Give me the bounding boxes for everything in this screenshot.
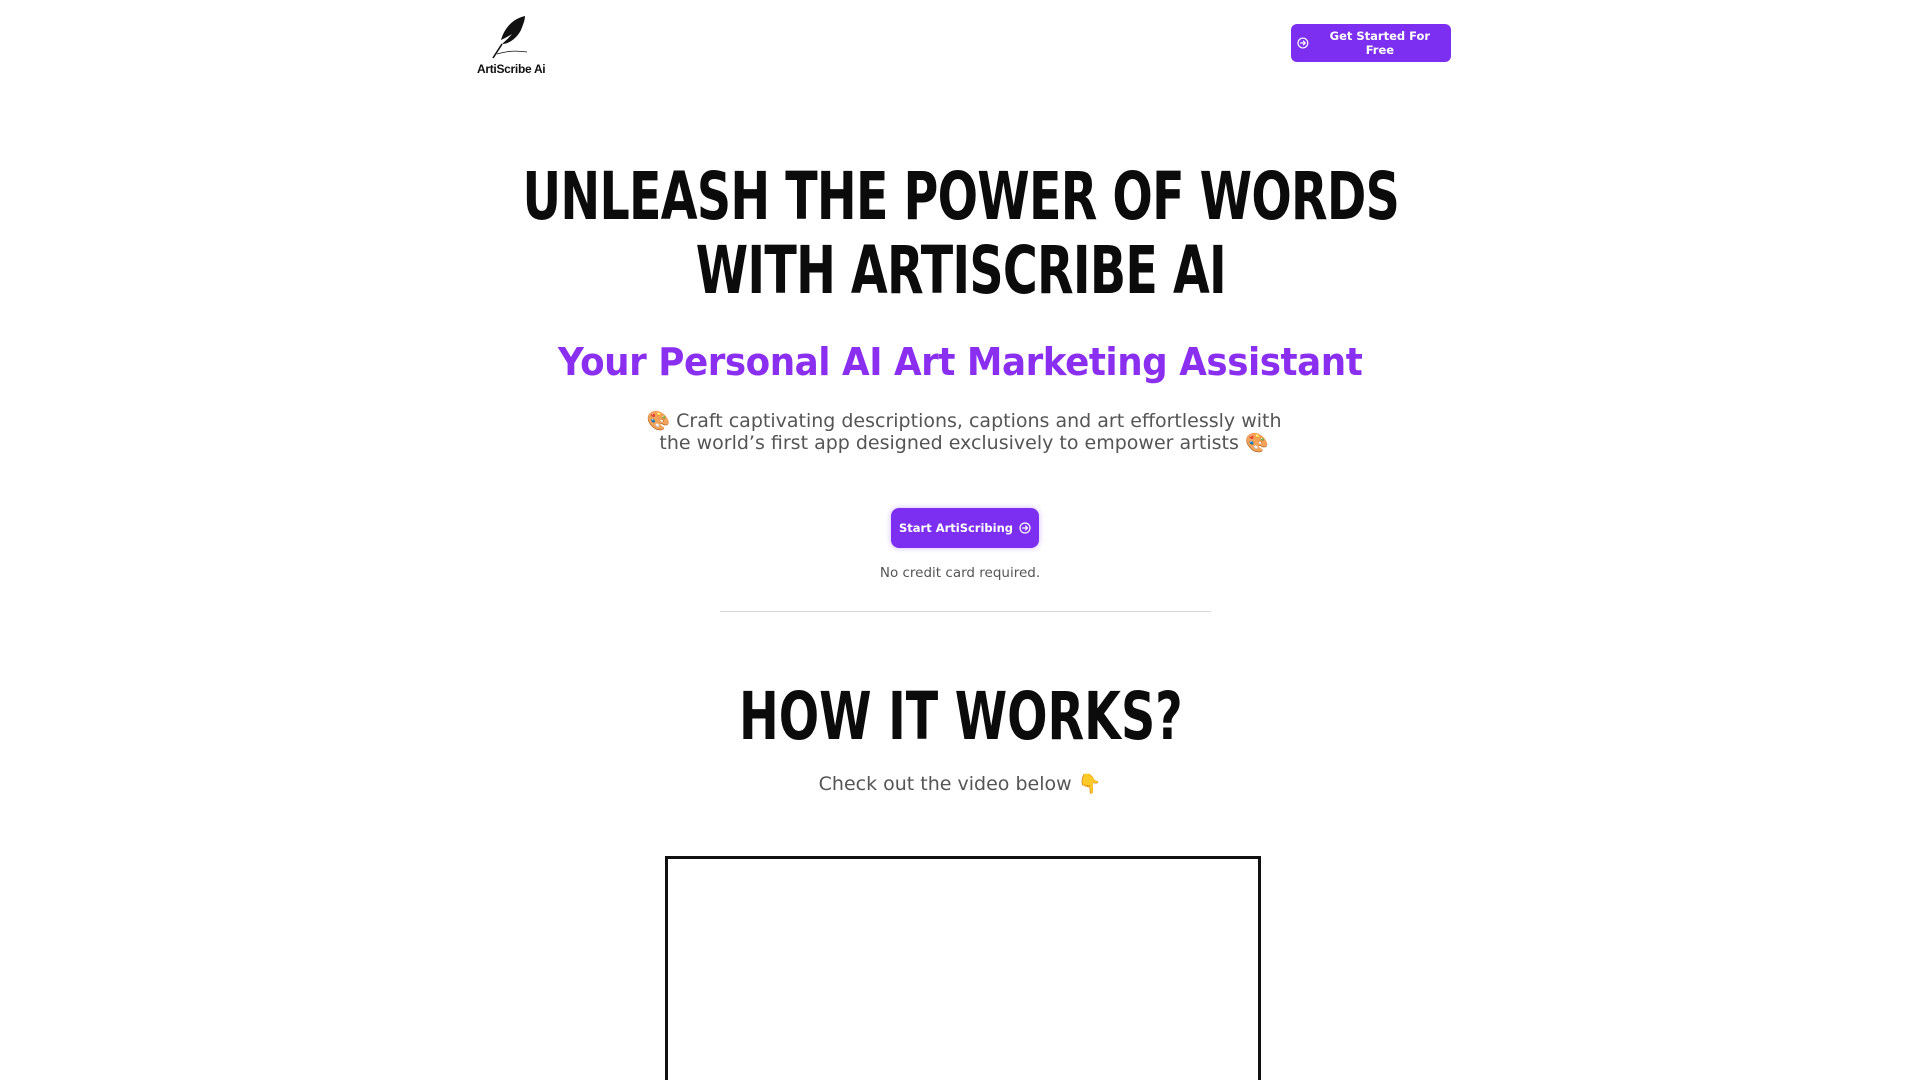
how-it-works-title: HOW IT WORKS? [738,678,1183,755]
arrow-circle-icon [1019,522,1031,534]
logo-text: ArtiScribe Ai [477,62,546,76]
hero-description-line-2: the world’s first app designed exclusive… [659,432,1269,454]
how-it-works-subtitle: Check out the video below 👇 [818,773,1102,795]
section-divider [720,611,1211,612]
hero-description: 🎨 Craft captivating descriptions, captio… [560,410,1368,454]
hero-description-line-1: 🎨 Craft captivating descriptions, captio… [646,410,1282,432]
no-credit-card-note: No credit card required. [879,565,1041,581]
get-started-label: Get Started For Free [1329,29,1431,57]
start-artiscribing-label: Start ArtiScribing [898,521,1014,535]
start-artiscribing-wrap: Start ArtiScribing [891,508,1039,548]
start-artiscribing-button[interactable]: Start ArtiScribing [891,508,1039,548]
hero-subtitle: Your Personal AI Art Marketing Assistant [557,340,1363,384]
hero-title-line-1: UNLEASH THE POWER OF WORDS [522,158,1400,235]
hero-title: UNLEASH THE POWER OF WORDS WITH ARTISCRI… [270,160,1652,308]
hero-title-line-2: WITH ARTISCRIBE AI [695,232,1227,309]
video-player[interactable] [665,856,1261,1080]
arrow-circle-icon [1297,37,1309,49]
get-started-button[interactable]: Get Started For Free [1291,24,1451,62]
logo[interactable]: ArtiScribe Ai [477,12,547,76]
landing-page: ArtiScribe Ai Get Started For Free UNLEA… [0,0,1920,1080]
quill-feather-icon [492,16,528,59]
